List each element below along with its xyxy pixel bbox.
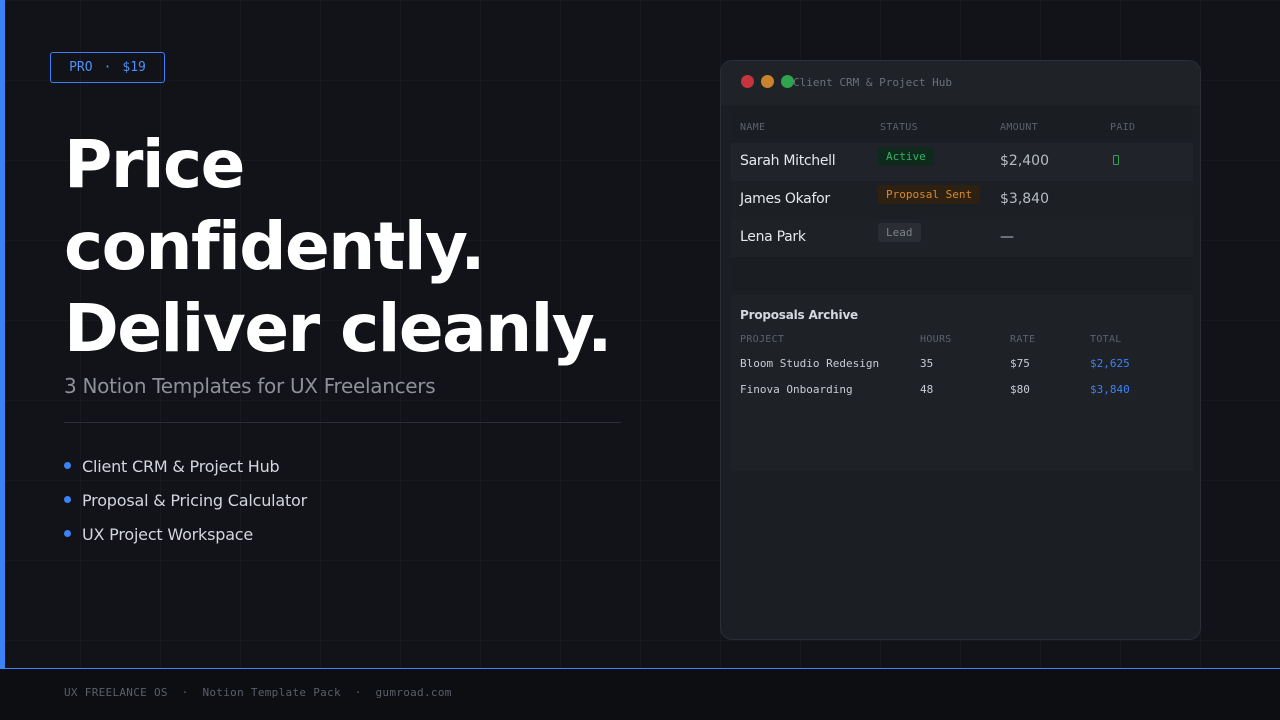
footer-text: UX FREELANCE OS · Notion Template Pack ·… (64, 686, 452, 699)
amount-value: $3,840 (1000, 191, 1049, 207)
crm-table: NAME STATUS AMOUNT PAID Sarah Mitchell A… (731, 111, 1193, 291)
column-header-paid: PAID (1110, 122, 1136, 133)
headline: Price confidently. Deliver cleanly. (64, 124, 612, 370)
divider (64, 422, 621, 423)
headline-line-1: Price (64, 126, 245, 203)
hours-value: 35 (920, 357, 934, 370)
minimize-dot-icon[interactable] (761, 75, 774, 88)
project-name: Finova Onboarding (740, 383, 853, 396)
column-header-amount: AMOUNT (1000, 122, 1038, 133)
feature-label: Proposal & Pricing Calculator (82, 490, 308, 510)
subtitle: 3 Notion Templates for UX Freelancers (64, 374, 436, 398)
close-dot-icon[interactable] (741, 75, 754, 88)
bullet-dot-icon (64, 495, 71, 503)
status-badge: Active (878, 147, 934, 166)
status-badge: Lead (878, 223, 921, 242)
amount-value: — (1000, 229, 1014, 245)
client-name: Lena Park (740, 229, 806, 245)
paid-check-icon[interactable] (1113, 155, 1119, 165)
project-name: Bloom Studio Redesign (740, 357, 880, 370)
amount-value: $2,400 (1000, 153, 1049, 169)
window-title: Client CRM & Project Hub (793, 76, 952, 89)
column-header-project: PROJECT (740, 334, 785, 345)
badge-tier: PRO (69, 60, 93, 75)
headline-line-3: Deliver cleanly. (64, 290, 612, 367)
headline-line-2: confidently. (64, 208, 485, 285)
bullet-dot-icon (64, 461, 71, 469)
feature-item: Proposal & Pricing Calculator (64, 483, 307, 517)
table-row[interactable]: Lena Park Lead — (731, 219, 1193, 257)
price-badge: PRO · $19 (50, 52, 165, 83)
total-value: $3,840 (1090, 383, 1130, 396)
table-row[interactable]: Sarah Mitchell Active $2,400 (731, 143, 1193, 181)
hours-value: 48 (920, 383, 934, 396)
empty-panel (731, 471, 1193, 639)
column-header-status: STATUS (880, 122, 918, 133)
archive-title: Proposals Archive (740, 308, 859, 322)
badge-price: $19 (122, 60, 146, 75)
footer: UX FREELANCE OS · Notion Template Pack ·… (0, 668, 1280, 720)
column-header-total: TOTAL (1090, 334, 1122, 345)
status-badge: Proposal Sent (878, 185, 981, 204)
feature-item: Client CRM & Project Hub (64, 449, 307, 483)
total-value: $2,625 (1090, 357, 1130, 370)
column-header-name: NAME (740, 122, 766, 133)
column-header-rate: RATE (1010, 334, 1036, 345)
client-name: James Okafor (740, 191, 830, 207)
feature-item: UX Project Workspace (64, 517, 307, 551)
badge-separator: · (103, 60, 112, 75)
window-titlebar: Client CRM & Project Hub (721, 61, 1200, 105)
feature-label: UX Project Workspace (82, 524, 254, 544)
proposals-archive: Proposals Archive PROJECT HOURS RATE TOT… (731, 295, 1193, 471)
client-name: Sarah Mitchell (740, 153, 836, 169)
table-row[interactable]: James Okafor Proposal Sent $3,840 (731, 181, 1193, 219)
app-window-preview: Client CRM & Project Hub NAME STATUS AMO… (720, 60, 1201, 640)
column-header-hours: HOURS (920, 334, 952, 345)
left-accent-bar (0, 0, 5, 668)
rate-value: $80 (1010, 383, 1030, 396)
feature-label: Client CRM & Project Hub (82, 456, 280, 476)
feature-list: Client CRM & Project Hub Proposal & Pric… (64, 449, 307, 551)
rate-value: $75 (1010, 357, 1030, 370)
bullet-dot-icon (64, 529, 71, 537)
